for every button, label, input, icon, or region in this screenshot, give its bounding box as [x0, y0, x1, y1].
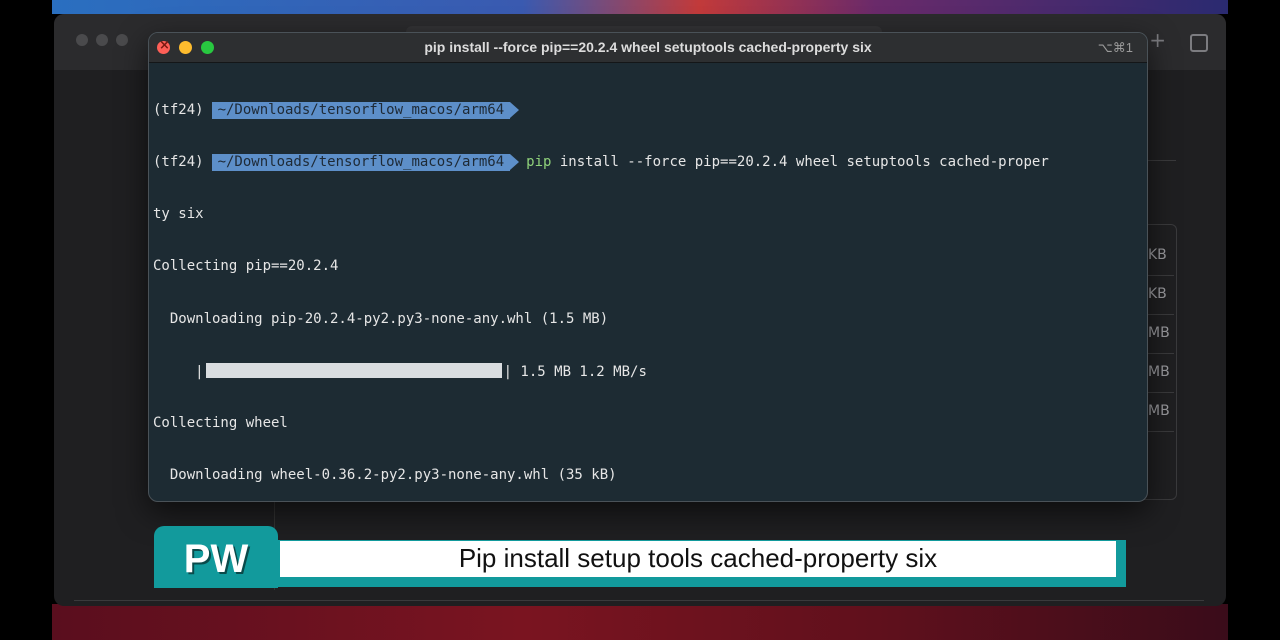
- prompt-line: (tf24) ~/Downloads/tensorflow_macos/arm64…: [153, 154, 1143, 172]
- output-line: Downloading pip-20.2.4-py2.py3-none-any.…: [153, 310, 609, 327]
- output-line: Collecting wheel: [153, 415, 288, 432]
- background-window-controls: [76, 34, 128, 46]
- file-size-cell: MB: [1148, 314, 1174, 354]
- progress-prefix: |: [153, 363, 204, 380]
- output-line: Collecting pip==20.2.4: [153, 258, 339, 275]
- command-args: install --force pip==20.2.4 wheel setupt…: [551, 154, 1049, 171]
- progress-suffix: | 1.5 MB 1.2 MB/s: [503, 363, 647, 380]
- desktop-wallpaper-bottom: [52, 604, 1228, 640]
- background-maximize-button[interactable]: [116, 34, 128, 46]
- desktop-wallpaper-top: [52, 0, 1228, 14]
- minimize-button[interactable]: [179, 41, 192, 54]
- terminal-output[interactable]: (tf24) ~/Downloads/tensorflow_macos/arm64…: [153, 67, 1143, 501]
- background-close-button[interactable]: [76, 34, 88, 46]
- close-button[interactable]: [157, 38, 170, 54]
- download-progress-bar: [205, 362, 502, 378]
- terminal-titlebar[interactable]: pip install --force pip==20.2.4 wheel se…: [149, 33, 1147, 63]
- prompt-path: ~/Downloads/tensorflow_macos/arm64: [211, 154, 519, 172]
- background-footer-divider: [74, 600, 1204, 601]
- channel-logo-text: PW: [183, 537, 249, 581]
- file-size-cell: MB: [1148, 392, 1174, 432]
- prompt-path: ~/Downloads/tensorflow_macos/arm64: [211, 101, 519, 119]
- output-line: Downloading wheel-0.36.2-py2.py3-none-an…: [153, 467, 617, 484]
- channel-logo: PW: [154, 526, 278, 588]
- maximize-button[interactable]: [201, 41, 214, 54]
- window-shortcut-label: ⌥⌘1: [1097, 40, 1133, 55]
- progress-line: | | 1.5 MB 1.2 MB/s: [153, 362, 1143, 380]
- prompt-line: (tf24) ~/Downloads/tensorflow_macos/arm64: [153, 101, 1143, 119]
- prompt-env: (tf24): [153, 101, 204, 118]
- caption-text: Pip install setup tools cached-property …: [280, 541, 1116, 577]
- new-tab-plus-icon[interactable]: +: [1149, 30, 1166, 50]
- file-size-cell: KB: [1148, 236, 1174, 276]
- terminal-title: pip install --force pip==20.2.4 wheel se…: [424, 39, 872, 55]
- output-line: ty six: [153, 206, 204, 223]
- command-name: pip: [526, 154, 552, 171]
- prompt-env: (tf24): [153, 154, 204, 171]
- background-minimize-button[interactable]: [96, 34, 108, 46]
- file-size-cell: MB: [1148, 353, 1174, 393]
- tab-overview-icon[interactable]: [1190, 34, 1208, 52]
- file-size-cell: KB: [1148, 275, 1174, 315]
- window-controls: [157, 38, 214, 54]
- terminal-window[interactable]: pip install --force pip==20.2.4 wheel se…: [148, 32, 1148, 502]
